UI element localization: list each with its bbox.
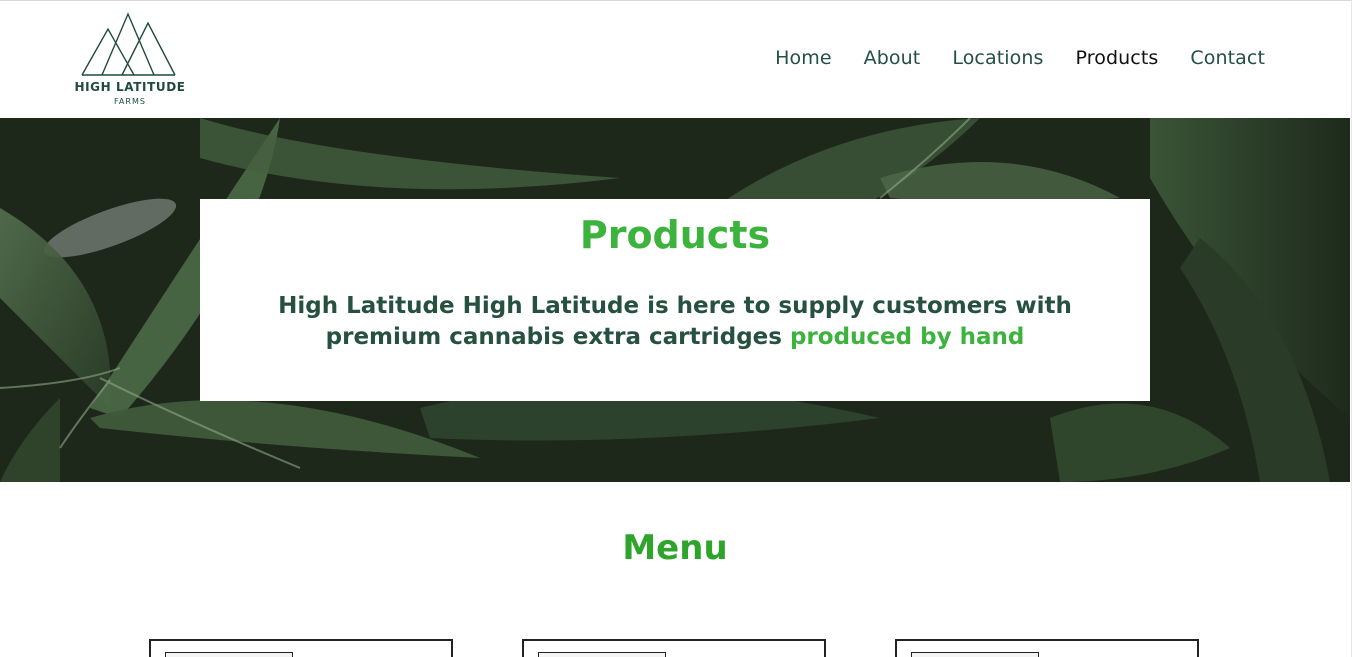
- hero-banner: Products High Latitude High Latitude is …: [0, 118, 1350, 482]
- hero-description: High Latitude High Latitude is here to s…: [260, 291, 1090, 353]
- nav-contact[interactable]: Contact: [1190, 47, 1265, 69]
- nav-home[interactable]: Home: [775, 47, 832, 69]
- brand-name: HIGH LATITUDE: [74, 80, 186, 94]
- main-nav: Home About Locations Products Contact: [775, 47, 1265, 69]
- product-card[interactable]: [895, 639, 1199, 657]
- page-title: Products: [579, 213, 771, 257]
- brand-subtitle: FARMS: [114, 97, 146, 106]
- product-image: [911, 652, 1039, 657]
- hero-card: Products High Latitude High Latitude is …: [200, 199, 1150, 401]
- logo-link[interactable]: HIGH LATITUDE FARMS: [74, 11, 186, 111]
- product-image: [538, 652, 666, 657]
- menu-heading: Menu: [622, 528, 728, 568]
- product-card[interactable]: [149, 639, 453, 657]
- page: HIGH LATITUDE FARMS Home About Locations…: [0, 0, 1352, 657]
- nav-products[interactable]: Products: [1076, 47, 1159, 69]
- product-image: [165, 652, 293, 657]
- product-card[interactable]: [522, 639, 826, 657]
- mountain-logo-icon: [81, 12, 176, 76]
- site-header: HIGH LATITUDE FARMS Home About Locations…: [0, 1, 1350, 118]
- nav-about[interactable]: About: [864, 47, 921, 69]
- hero-description-accent: produced by hand: [789, 324, 1025, 350]
- nav-locations[interactable]: Locations: [952, 47, 1043, 69]
